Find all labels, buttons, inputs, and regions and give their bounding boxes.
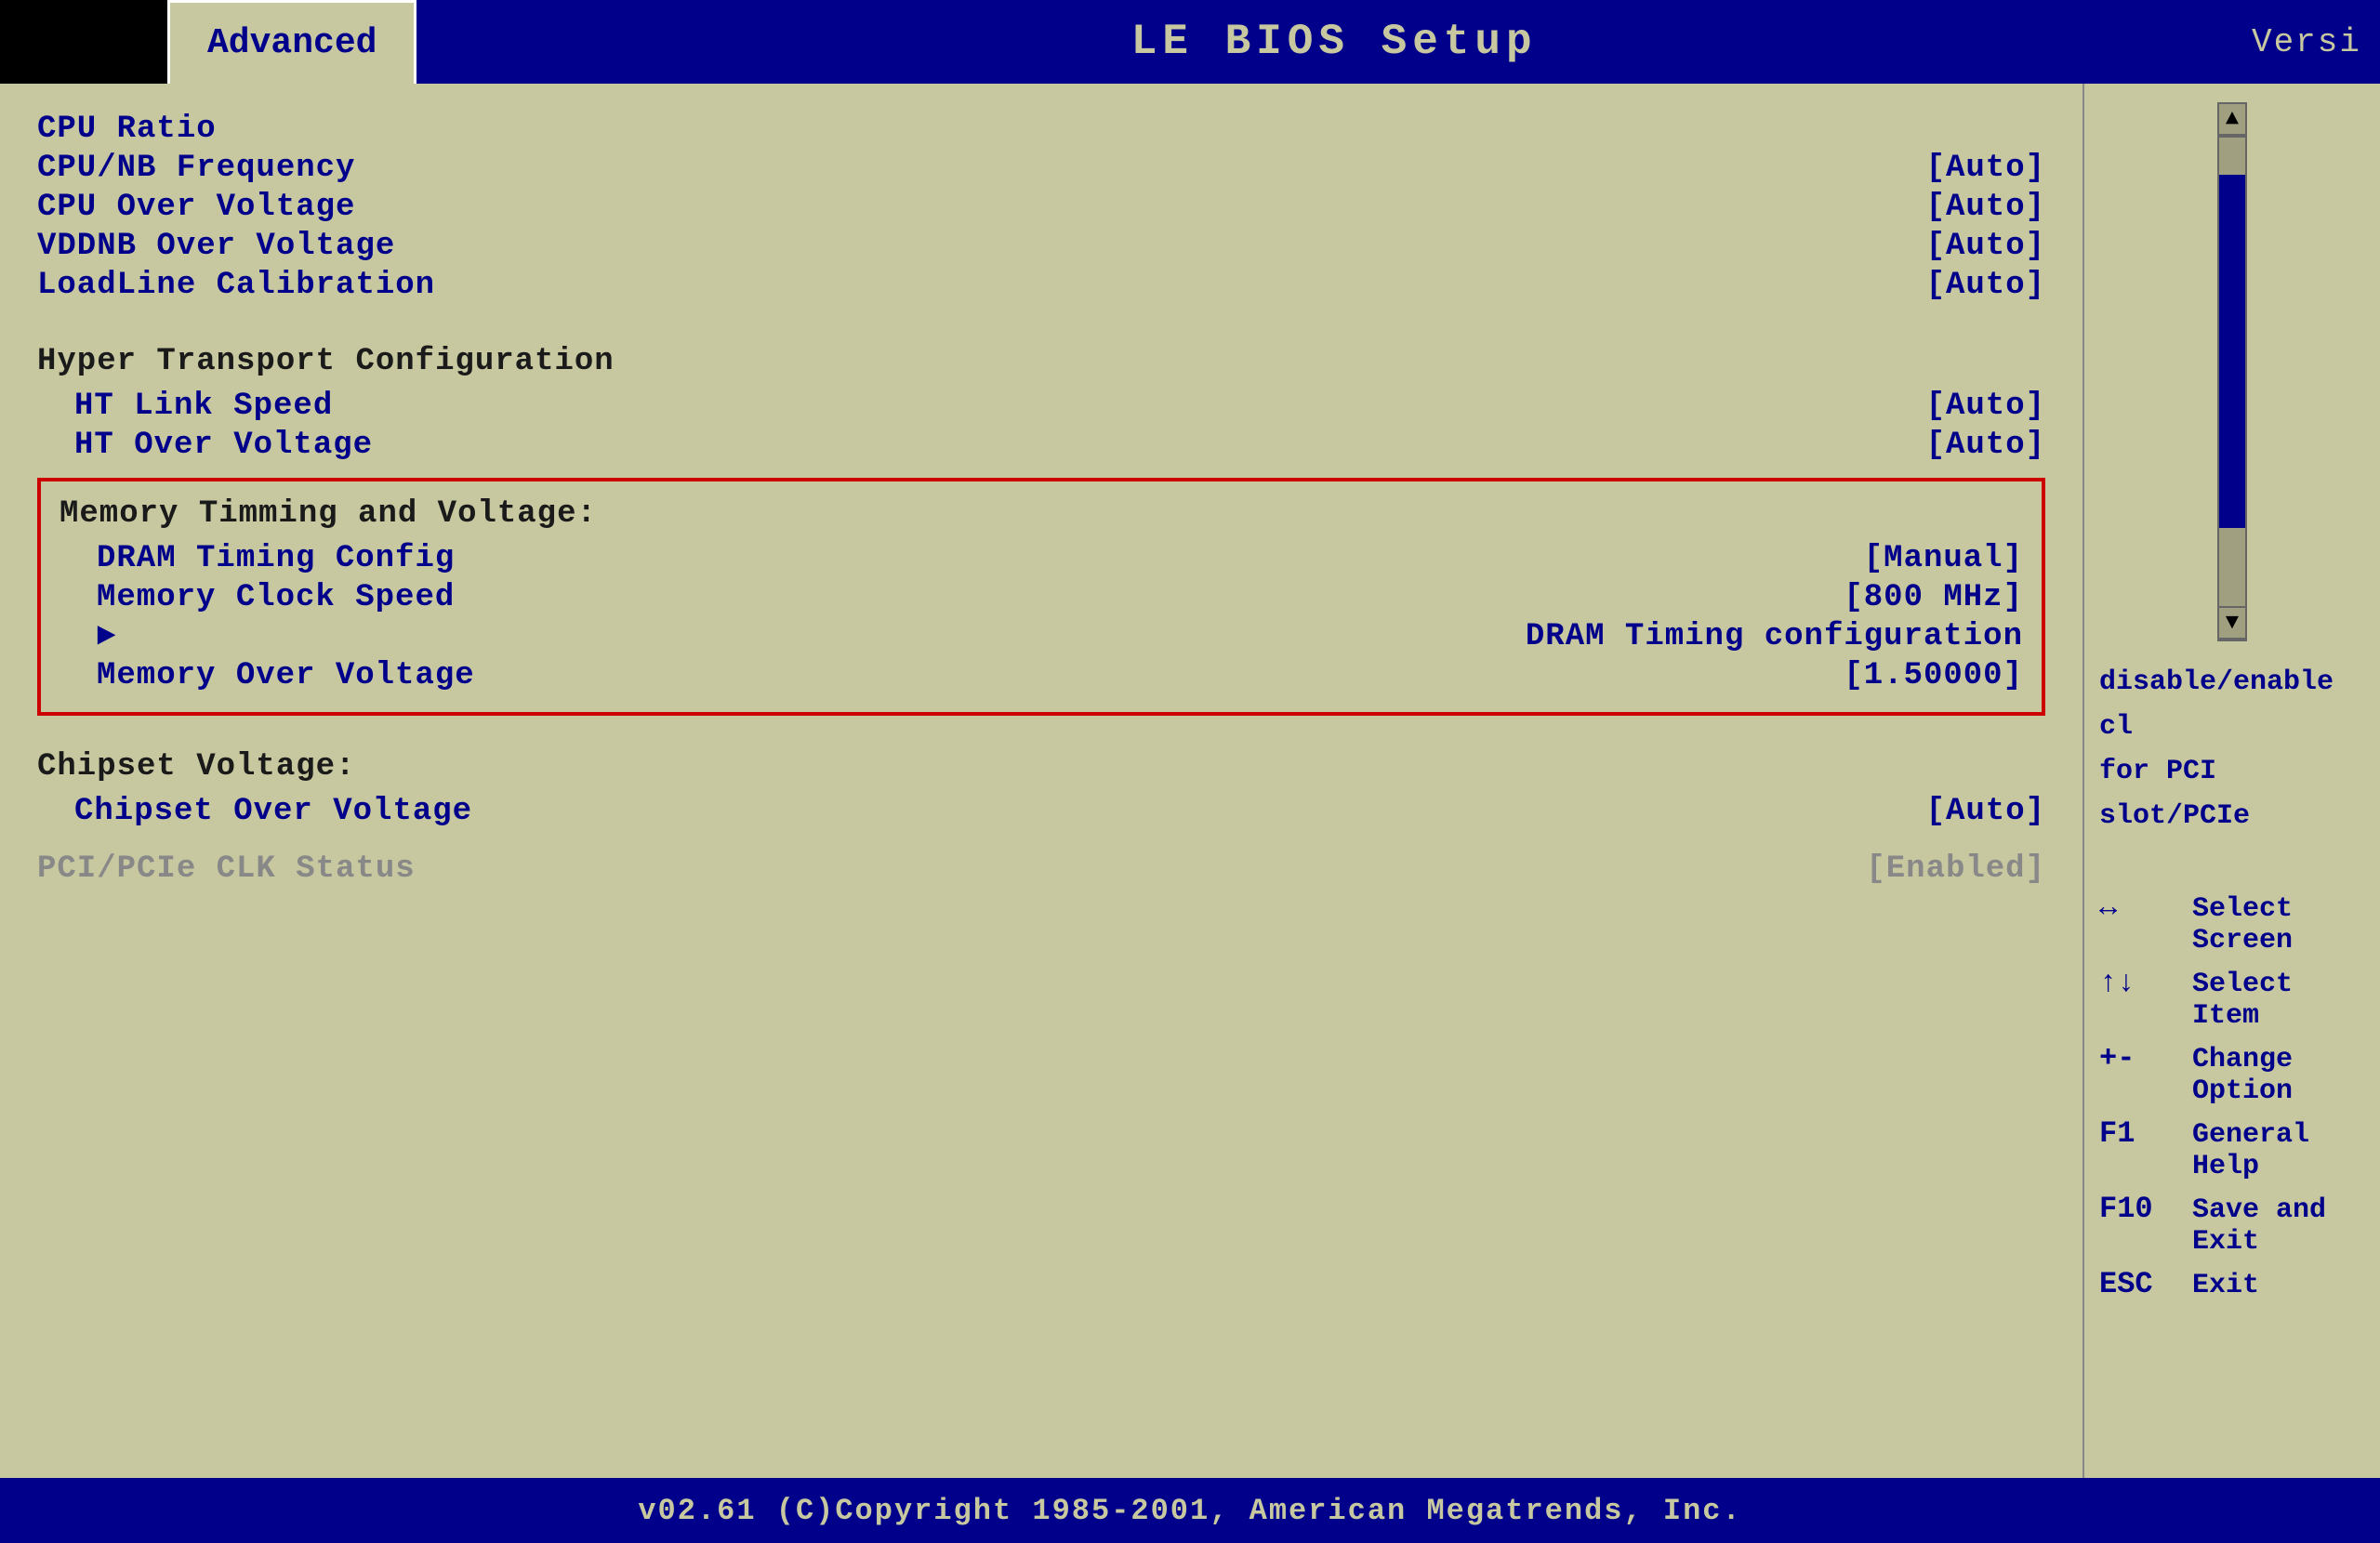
- pci-clk-value: [Enabled]: [1866, 851, 2045, 887]
- memory-over-voltage-row[interactable]: Memory Over Voltage [1.50000]: [60, 658, 2023, 693]
- bios-version: Versi: [2252, 0, 2380, 84]
- chipset-over-voltage-label: Chipset Over Voltage: [74, 794, 472, 829]
- ht-link-speed-label: HT Link Speed: [74, 389, 333, 424]
- memory-section: Memory Timming and Voltage: DRAM Timing …: [37, 478, 2045, 716]
- arrow-lr-key: ↔: [2099, 890, 2192, 925]
- memory-over-voltage-label: Memory Over Voltage: [97, 658, 475, 693]
- footer-text: v02.61 (C)Copyright 1985-2001, American …: [638, 1494, 1741, 1528]
- footer-bar: v02.61 (C)Copyright 1985-2001, American …: [0, 1478, 2380, 1543]
- exit-desc: Exit: [2192, 1270, 2259, 1301]
- general-help-desc: General Help: [2192, 1119, 2365, 1182]
- chipset-voltage-label: Chipset Voltage:: [37, 749, 355, 785]
- pci-clk-row[interactable]: PCI/PCIe CLK Status [Enabled]: [37, 851, 2045, 887]
- vddnb-over-voltage-label: VDDNB Over Voltage: [37, 229, 395, 264]
- chipset-over-voltage-value: [Auto]: [1926, 794, 2045, 829]
- memory-clock-speed-value: [800 MHz]: [1844, 580, 2023, 615]
- chipset-voltage-section: Chipset Voltage:: [37, 731, 2045, 790]
- memory-clock-speed-row[interactable]: Memory Clock Speed [800 MHz]: [60, 580, 2023, 615]
- pci-clk-label: PCI/PCIe CLK Status: [37, 851, 416, 887]
- advanced-tab-label: Advanced: [207, 23, 377, 63]
- cpu-nb-freq-value: [Auto]: [1926, 151, 2045, 186]
- dram-timing-conf-sub-row[interactable]: ► DRAM Timing configuration: [60, 619, 2023, 654]
- help-line-1: disable/enable cl: [2099, 660, 2365, 749]
- cpu-over-voltage-row[interactable]: CPU Over Voltage [Auto]: [37, 190, 2045, 225]
- right-sidebar: ▲ ▼ disable/enable cl for PCI slot/PCIe …: [2082, 84, 2380, 1478]
- cpu-over-voltage-value: [Auto]: [1926, 190, 2045, 225]
- chipset-over-voltage-row[interactable]: Chipset Over Voltage [Auto]: [37, 794, 2045, 829]
- cpu-ratio-row[interactable]: CPU Ratio: [37, 112, 2045, 147]
- bios-title: LE BIOS Setup: [416, 0, 2252, 84]
- legend-save-exit: F10 Save and Exit: [2099, 1192, 2365, 1258]
- legend-change-option: +- Change Option: [2099, 1041, 2365, 1107]
- scrollbar[interactable]: ▲ ▼: [2204, 102, 2260, 641]
- key-legend: ↔ Select Screen ↑↓ Select Item +- Change…: [2084, 876, 2380, 1325]
- cpu-ratio-label: CPU Ratio: [37, 112, 217, 147]
- arrow-ud-key: ↑↓: [2099, 966, 2192, 1000]
- loadline-calibration-row[interactable]: LoadLine Calibration [Auto]: [37, 268, 2045, 303]
- dram-timing-config-label: DRAM Timing Config: [97, 541, 455, 576]
- vddnb-over-voltage-value: [Auto]: [1926, 229, 2045, 264]
- ht-over-voltage-row[interactable]: HT Over Voltage [Auto]: [37, 428, 2045, 463]
- cpu-nb-freq-row[interactable]: CPU/NB Frequency [Auto]: [37, 151, 2045, 186]
- legend-select-screen: ↔ Select Screen: [2099, 890, 2365, 956]
- header-bar: Advanced LE BIOS Setup Versi: [0, 0, 2380, 84]
- memory-section-header-row: Memory Timming and Voltage:: [60, 496, 2023, 537]
- f10-key: F10: [2099, 1192, 2192, 1226]
- advanced-tab[interactable]: Advanced: [167, 0, 416, 84]
- legend-exit: ESC Exit: [2099, 1267, 2365, 1301]
- select-screen-desc: Select Screen: [2192, 893, 2365, 956]
- bios-screen: Advanced LE BIOS Setup Versi CPU Ratio C…: [0, 0, 2380, 1543]
- menu-panel: CPU Ratio CPU/NB Frequency [Auto] CPU Ov…: [0, 84, 2082, 1478]
- select-item-desc: Select Item: [2192, 969, 2365, 1032]
- help-text-panel: disable/enable cl for PCI slot/PCIe: [2084, 641, 2380, 857]
- dram-timing-config-value: [Manual]: [1864, 541, 2023, 576]
- memory-section-label: Memory Timming and Voltage:: [60, 496, 597, 532]
- main-content: CPU Ratio CPU/NB Frequency [Auto] CPU Ov…: [0, 84, 2380, 1478]
- ht-over-voltage-value: [Auto]: [1926, 428, 2045, 463]
- scrollbar-track[interactable]: ▼: [2217, 136, 2247, 641]
- f1-key: F1: [2099, 1116, 2192, 1151]
- esc-key: ESC: [2099, 1267, 2192, 1301]
- loadline-calibration-label: LoadLine Calibration: [37, 268, 435, 303]
- plus-minus-key: +-: [2099, 1041, 2192, 1075]
- vddnb-over-voltage-row[interactable]: VDDNB Over Voltage [Auto]: [37, 229, 2045, 264]
- dram-timing-conf-sub-label: DRAM Timing configuration: [1526, 619, 2023, 654]
- change-option-desc: Change Option: [2192, 1044, 2365, 1107]
- save-exit-desc: Save and Exit: [2192, 1194, 2365, 1258]
- loadline-calibration-value: [Auto]: [1926, 268, 2045, 303]
- submenu-arrow-icon: ►: [97, 619, 115, 654]
- ht-over-voltage-label: HT Over Voltage: [74, 428, 373, 463]
- help-line-2: for PCI slot/PCIe: [2099, 749, 2365, 838]
- ht-link-speed-value: [Auto]: [1926, 389, 2045, 424]
- ht-link-speed-row[interactable]: HT Link Speed [Auto]: [37, 389, 2045, 424]
- scrollbar-up-button[interactable]: ▲: [2217, 102, 2247, 136]
- ht-config-label: Hyper Transport Configuration: [37, 344, 615, 379]
- legend-select-item: ↑↓ Select Item: [2099, 966, 2365, 1032]
- cpu-over-voltage-label: CPU Over Voltage: [37, 190, 355, 225]
- scrollbar-down-button[interactable]: ▼: [2217, 606, 2247, 640]
- memory-over-voltage-value: [1.50000]: [1844, 658, 2023, 693]
- dram-timing-config-row[interactable]: DRAM Timing Config [Manual]: [60, 541, 2023, 576]
- scrollbar-thumb[interactable]: [2219, 175, 2245, 528]
- ht-config-section: Hyper Transport Configuration: [37, 325, 2045, 385]
- cpu-nb-freq-label: CPU/NB Frequency: [37, 151, 355, 186]
- legend-general-help: F1 General Help: [2099, 1116, 2365, 1182]
- memory-clock-speed-label: Memory Clock Speed: [97, 580, 455, 615]
